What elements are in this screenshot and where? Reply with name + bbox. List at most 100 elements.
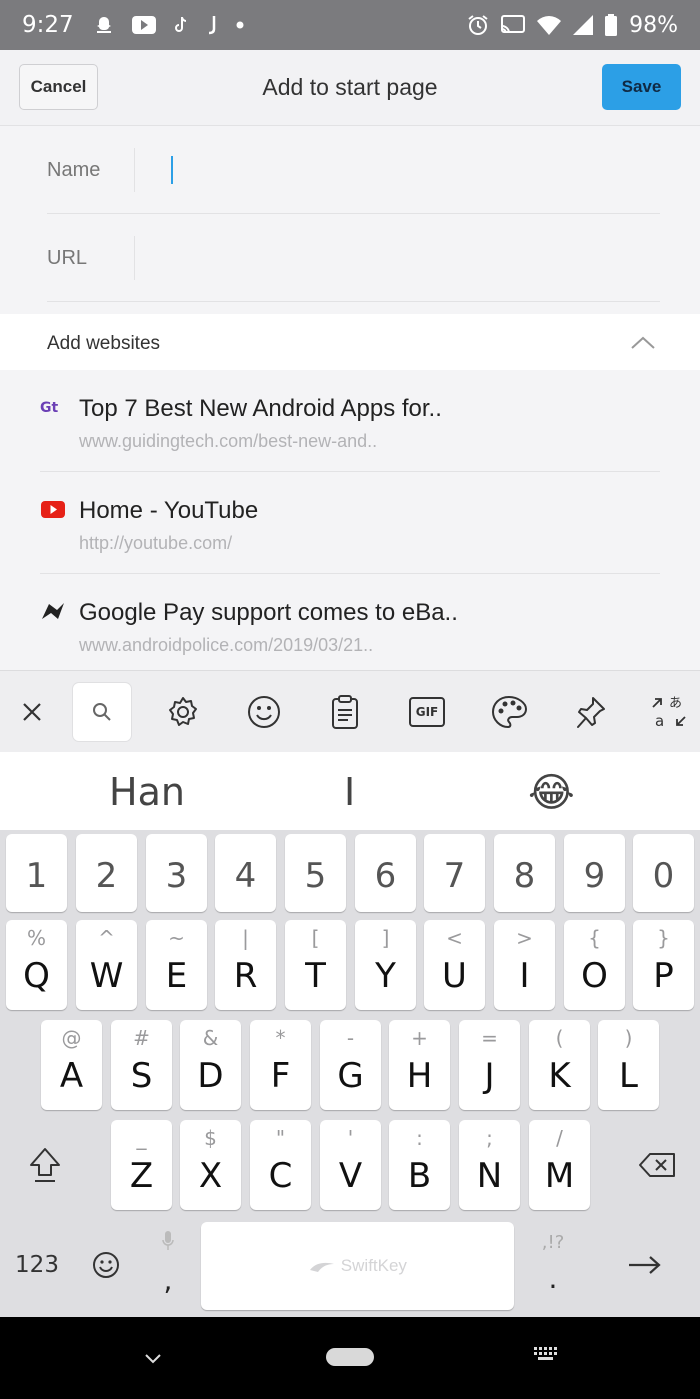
comma-key[interactable]: ,	[144, 1220, 192, 1310]
youtube-icon	[40, 498, 66, 520]
key-f[interactable]: * F	[250, 1020, 311, 1110]
url-field[interactable]	[167, 236, 647, 280]
key-h[interactable]: + H	[389, 1020, 450, 1110]
name-row: Name	[47, 126, 660, 214]
wifi-icon	[537, 13, 562, 37]
keyboard: 1 2 3 4 5 6 7 8 9 0 % Q ^ W ~ E | R [T ] Y < U…	[0, 830, 700, 1317]
youtube-icon	[131, 13, 156, 37]
cancel-button[interactable]: Cancel	[19, 64, 98, 110]
key-o[interactable]: {O	[564, 920, 625, 1010]
enter-arrow-icon[interactable]	[615, 1220, 675, 1310]
save-button[interactable]: Save	[602, 64, 681, 110]
list-item[interactable]: Home - YouTube http://youtube.com/	[40, 472, 660, 574]
key-7[interactable]: 7	[424, 834, 485, 912]
key-x[interactable]: $ X	[180, 1120, 241, 1210]
gif-icon[interactable]: GIF	[398, 683, 456, 741]
svg-text:a: a	[655, 712, 664, 730]
chevron-down-icon[interactable]	[140, 1345, 166, 1371]
name-label: Name	[47, 159, 101, 181]
key-q[interactable]: % Q	[6, 920, 67, 1010]
comma-label: ,	[163, 1264, 173, 1297]
tiktok-icon	[174, 13, 188, 37]
shift-icon[interactable]	[10, 1120, 80, 1210]
key-i[interactable]: > I	[494, 920, 555, 1010]
site-title: Home - YouTube	[79, 497, 259, 524]
key-6[interactable]: 6	[355, 834, 416, 912]
settings-icon[interactable]	[154, 683, 212, 741]
key-l[interactable]: ) L	[598, 1020, 659, 1110]
key-t[interactable]: [T	[285, 920, 346, 1010]
key-g[interactable]: -G	[320, 1020, 381, 1110]
suggestion-emoji[interactable]: 😂	[528, 770, 575, 816]
cast-icon	[501, 13, 526, 37]
key-1[interactable]: 1	[6, 834, 67, 912]
key-z[interactable]: _ Z	[111, 1120, 172, 1210]
key-c[interactable]: " C	[250, 1120, 311, 1210]
site-title: Top 7 Best New Android Apps for..	[79, 395, 442, 422]
start-page-form: Name URL	[0, 126, 700, 314]
backspace-icon[interactable]	[622, 1120, 692, 1210]
navigation-bar	[0, 1317, 700, 1399]
home-pill[interactable]	[326, 1348, 374, 1366]
status-bar: 9:27 98%	[0, 0, 700, 50]
swiftkey-icon	[310, 1262, 335, 1272]
key-2[interactable]: 2	[76, 834, 137, 912]
key-w[interactable]: ^ W	[76, 920, 137, 1010]
j-icon	[206, 13, 218, 37]
key-j[interactable]: = J	[459, 1020, 520, 1110]
add-websites-header[interactable]: Add websites	[0, 314, 700, 370]
suggestion-word[interactable]: Han	[109, 770, 185, 814]
key-k[interactable]: (K	[529, 1020, 590, 1110]
space-bar[interactable]: SwiftKey	[201, 1222, 514, 1310]
key-b[interactable]: :B	[389, 1120, 450, 1210]
site-title: Google Pay support comes to eBa..	[79, 599, 458, 626]
suggestion-bar: Han I 😂	[0, 752, 700, 830]
key-e[interactable]: ~ E	[146, 920, 207, 1010]
site-url: www.androidpolice.com/2019/03/21..	[79, 635, 374, 655]
key-u[interactable]: < U	[424, 920, 485, 1010]
key-8[interactable]: 8	[494, 834, 555, 912]
search-icon[interactable]	[73, 683, 131, 741]
dialog-header: Cancel Add to start page Save	[0, 50, 700, 126]
key-3[interactable]: 3	[146, 834, 207, 912]
close-icon[interactable]	[3, 683, 61, 741]
key-r[interactable]: | R	[215, 920, 276, 1010]
translate-icon[interactable]: あa	[640, 683, 698, 741]
pin-icon[interactable]	[561, 683, 619, 741]
websites-list: Gt Top 7 Best New Android Apps for.. www…	[0, 370, 700, 670]
status-time: 9:27	[22, 12, 74, 38]
guidingtech-icon: Gt	[40, 396, 66, 418]
list-item[interactable]: Google Pay support comes to eBa.. www.an…	[40, 574, 660, 676]
emoji-icon[interactable]	[235, 683, 293, 741]
suggestion-word[interactable]: I	[344, 770, 355, 814]
androidpolice-icon	[40, 600, 66, 622]
clipboard-icon[interactable]	[316, 683, 374, 741]
key-4[interactable]: 4	[215, 834, 276, 912]
key-n[interactable]: ; N	[459, 1120, 520, 1210]
divider	[134, 236, 135, 280]
keyboard-switch-icon[interactable]	[532, 1345, 560, 1369]
key-v[interactable]: ' V	[320, 1120, 381, 1210]
site-url: www.guidingtech.com/best-new-and..	[79, 431, 378, 451]
themes-icon[interactable]	[480, 683, 538, 741]
battery-percentage: 98%	[629, 12, 678, 38]
list-item[interactable]: Gt Top 7 Best New Android Apps for.. www…	[40, 370, 660, 472]
key-m[interactable]: / M	[529, 1120, 590, 1210]
chevron-up-icon[interactable]	[630, 330, 656, 356]
numbers-toggle[interactable]: 123	[6, 1220, 68, 1310]
period-sub: ,!?	[541, 1232, 565, 1253]
key-p[interactable]: } P	[633, 920, 694, 1010]
key-9[interactable]: 9	[564, 834, 625, 912]
notification-icons	[94, 13, 244, 37]
svg-text:Gt: Gt	[40, 400, 58, 415]
period-key[interactable]: ,!? .	[523, 1220, 583, 1310]
key-y[interactable]: ] Y	[355, 920, 416, 1010]
key-a[interactable]: @ A	[41, 1020, 102, 1110]
key-s[interactable]: # S	[111, 1020, 172, 1110]
key-d[interactable]: & D	[180, 1020, 241, 1110]
key-0[interactable]: 0	[633, 834, 694, 912]
emoji-icon[interactable]	[76, 1220, 136, 1310]
name-field[interactable]	[167, 148, 647, 192]
key-5[interactable]: 5	[285, 834, 346, 912]
url-label: URL	[47, 247, 88, 269]
